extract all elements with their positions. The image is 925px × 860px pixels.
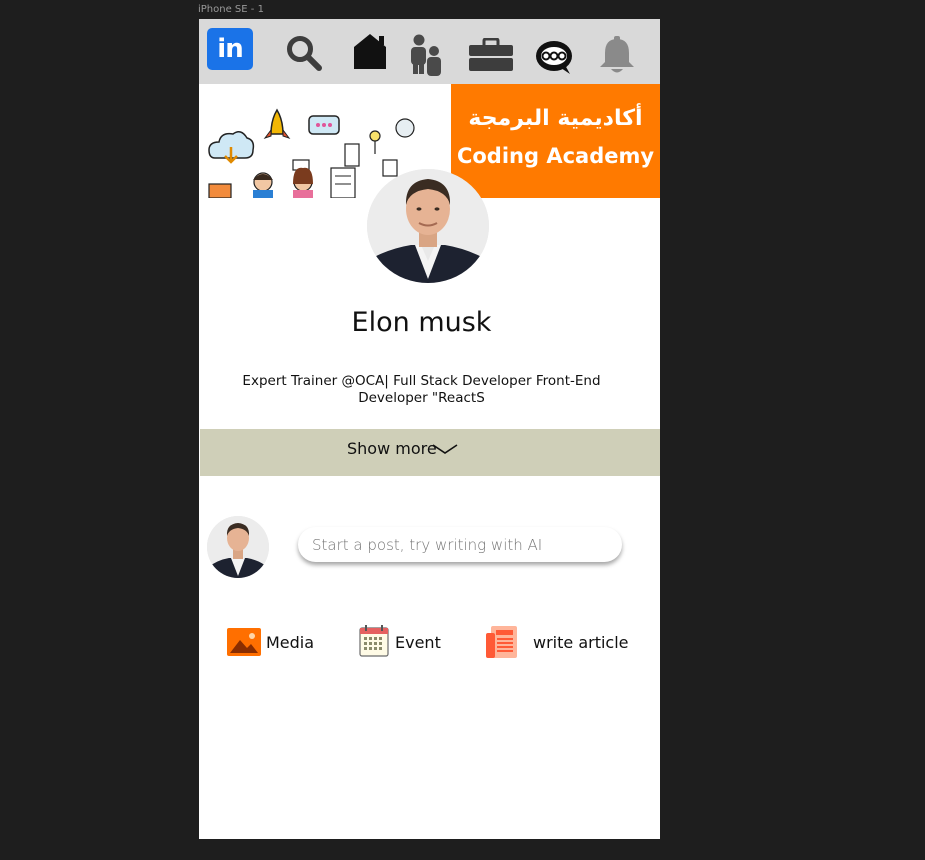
- media-image-icon: [227, 628, 261, 656]
- banner-english-text: Coding Academy: [456, 144, 655, 168]
- composer-avatar[interactable]: [207, 516, 269, 578]
- banner-arabic-text: أكاديمية البرمجة: [468, 106, 643, 131]
- notifications-bell-icon[interactable]: [598, 36, 636, 76]
- write-article-button[interactable]: write article: [485, 625, 630, 661]
- network-icon[interactable]: [410, 34, 442, 76]
- article-newspaper-icon: [486, 626, 517, 658]
- show-more-label: Show more: [347, 439, 437, 458]
- write-article-label: write article: [533, 633, 629, 652]
- event-button[interactable]: Event: [359, 625, 449, 661]
- calendar-icon: [359, 625, 389, 657]
- profile-avatar[interactable]: [367, 169, 489, 283]
- headline-line-1: Expert Trainer @OCA| Full Stack Develope…: [242, 373, 601, 389]
- show-more-button[interactable]: Show more: [200, 429, 660, 476]
- search-icon[interactable]: [285, 34, 323, 72]
- linkedin-logo[interactable]: in: [207, 28, 253, 70]
- headline-line-2: Developer "ReactS: [358, 390, 485, 406]
- phone-screen: in أكاديمية البرمجة Coding Academy Elon …: [199, 19, 660, 839]
- media-label: Media: [266, 633, 315, 652]
- coding-academy-logo-panel: أكاديمية البرمجة Coding Academy: [451, 84, 660, 198]
- event-label: Event: [395, 633, 441, 652]
- profile-name: Elon musk: [351, 307, 492, 338]
- top-nav-bar: in: [199, 19, 660, 84]
- jobs-briefcase-icon[interactable]: [468, 38, 514, 72]
- home-icon[interactable]: [351, 32, 389, 70]
- start-post-input[interactable]: [298, 527, 622, 562]
- media-button[interactable]: Media: [227, 625, 327, 661]
- profile-headline: Expert Trainer @OCA| Full Stack Develope…: [219, 373, 624, 407]
- chevron-down-icon: [432, 444, 458, 454]
- messaging-icon[interactable]: [534, 39, 574, 75]
- frame-label: iPhone SE - 1: [198, 4, 264, 15]
